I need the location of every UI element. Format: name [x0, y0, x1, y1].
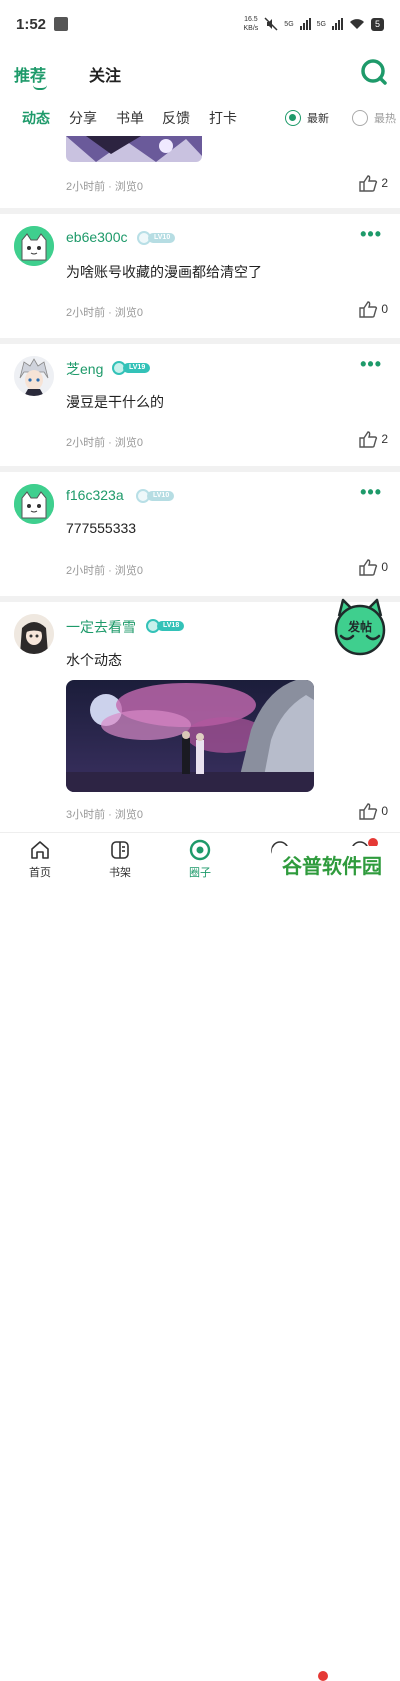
anime-boy-avatar-icon: [14, 356, 54, 396]
avatar[interactable]: [14, 484, 54, 524]
post-meta: 2小时前 · 浏览0: [66, 181, 144, 193]
level-text: LV18: [157, 621, 185, 631]
notification-badge: [318, 1671, 328, 1681]
thumbs-up-icon: [359, 431, 378, 448]
status-time: 1:52: [16, 15, 47, 33]
avatar[interactable]: [14, 226, 54, 266]
like-count: 2: [381, 432, 388, 446]
subtab-dynamic[interactable]: 动态: [22, 108, 50, 128]
like-button[interactable]: 2: [358, 174, 388, 192]
sig2-label: 5G: [316, 20, 326, 28]
like-button[interactable]: 0: [358, 300, 388, 318]
net-speed-unit: KB/s: [243, 25, 259, 32]
avatar[interactable]: [14, 356, 54, 396]
post-image[interactable]: [66, 680, 314, 792]
level-badge: LV10: [136, 489, 175, 503]
tab-recommend[interactable]: 推荐: [14, 62, 46, 86]
post-image: [66, 136, 202, 162]
sort-hottest-radio[interactable]: 最热: [352, 110, 396, 126]
anime-girl-avatar-icon: [14, 614, 54, 654]
sig1-label: 5G: [284, 20, 294, 28]
home-icon: [31, 841, 49, 859]
radio-dot: [285, 110, 301, 126]
like-count: 2: [381, 176, 388, 190]
status-icons: 16.5 KB/s 5G 5G 5: [244, 15, 384, 33]
mute-icon: [264, 17, 278, 31]
like-button[interactable]: 0: [358, 802, 388, 820]
circle-icon: [189, 839, 211, 861]
post-card[interactable]: 2小时前 · 浏览0 2: [0, 136, 400, 206]
nav-home-label: 首页: [29, 867, 51, 879]
post-card[interactable]: eb6e300c LV10 ••• 为啥账号收藏的漫画都给清空了 2小时前 · …: [0, 214, 400, 338]
subtab-booklist[interactable]: 书单: [116, 108, 144, 128]
radio-dot: [352, 110, 368, 126]
category-tabs: 动态 分享 书单 反馈 打卡 最新 最热: [0, 100, 400, 136]
signal-icon-2: [331, 18, 343, 30]
subtab-feedback[interactable]: 反馈: [162, 108, 190, 128]
new-post-button[interactable]: 发帖: [331, 598, 389, 656]
username[interactable]: f16c323a: [66, 487, 124, 503]
post-meta: 2小时前 · 浏览0: [66, 565, 144, 577]
thumbs-up-icon: [359, 803, 378, 820]
like-button[interactable]: 0: [358, 558, 388, 576]
username[interactable]: eb6e300c: [66, 229, 128, 245]
nav-bookshelf-label: 书架: [109, 867, 131, 879]
battery-icon: 5: [370, 17, 384, 31]
wifi-icon: [349, 19, 364, 29]
cat-avatar-icon: [14, 226, 54, 266]
nav-circle-label: 圈子: [189, 867, 211, 879]
post-card[interactable]: 芝eng LV19 ••• 漫豆是干什么的 2小时前 · 浏览0 2: [0, 344, 400, 466]
thumbs-up-icon: [359, 175, 378, 192]
nav-bookshelf[interactable]: 书架: [90, 839, 150, 880]
sort-latest-radio[interactable]: 最新: [285, 110, 329, 126]
net-speed-value: 16.5: [244, 16, 258, 23]
like-count: 0: [381, 804, 388, 818]
post-text[interactable]: 777555333: [66, 520, 136, 536]
post-card[interactable]: f16c323a LV10 ••• 777555333 2小时前 · 浏览0 0: [0, 472, 400, 596]
level-text: LV10: [147, 491, 175, 501]
nav-home[interactable]: 首页: [10, 839, 70, 880]
signal-icon: [299, 18, 311, 30]
nav-circle[interactable]: 圈子: [170, 839, 230, 880]
subtab-checkin[interactable]: 打卡: [209, 108, 237, 128]
like-count: 0: [381, 302, 388, 316]
post-text[interactable]: 漫豆是干什么的: [66, 392, 164, 412]
cat-avatar-icon: [14, 484, 54, 524]
subtab-share[interactable]: 分享: [69, 108, 97, 128]
sort-hottest-label: 最热: [374, 113, 396, 125]
fab-label: 发帖: [347, 619, 372, 634]
avatar[interactable]: [14, 614, 54, 654]
more-icon[interactable]: •••: [360, 354, 382, 375]
level-text: LV19: [123, 363, 151, 373]
tab-follow[interactable]: 关注: [89, 62, 121, 86]
more-icon[interactable]: •••: [360, 482, 382, 503]
level-badge: LV18: [146, 619, 185, 633]
username[interactable]: 芝eng: [66, 359, 103, 379]
bookshelf-icon: [111, 841, 129, 859]
level-text: LV10: [148, 233, 176, 243]
post-text[interactable]: 水个动态: [66, 650, 122, 670]
search-icon[interactable]: [360, 58, 388, 86]
more-icon[interactable]: •••: [360, 224, 382, 245]
level-badge: LV19: [112, 361, 151, 375]
sort-latest-label: 最新: [307, 113, 329, 125]
thumbs-up-icon: [359, 301, 378, 318]
post-feed[interactable]: 2小时前 · 浏览0 2 eb6e300c LV10 ••• 为啥账号收藏的漫画…: [0, 136, 400, 832]
recording-icon: [54, 17, 69, 31]
post-text[interactable]: 为啥账号收藏的漫画都给清空了: [66, 262, 262, 282]
active-tab-indicator: [33, 85, 47, 90]
status-bar: 1:52 16.5 KB/s 5G 5G 5: [0, 0, 400, 48]
top-nav: 推荐 关注: [0, 52, 400, 92]
level-badge: LV10: [137, 231, 176, 245]
post-meta: 2小时前 · 浏览0: [66, 307, 144, 319]
like-button[interactable]: 2: [358, 430, 388, 448]
post-meta: 2小时前 · 浏览0: [66, 437, 144, 449]
network-speed: 16.5 KB/s: [244, 15, 259, 33]
watermark-text: 谷普软件园: [272, 846, 392, 882]
cat-post-icon: 发帖: [334, 598, 386, 656]
thumbs-up-icon: [359, 559, 378, 576]
like-count: 0: [381, 560, 388, 574]
post-meta: 3小时前 · 浏览0: [66, 809, 144, 821]
username[interactable]: 一定去看雪: [66, 617, 136, 637]
